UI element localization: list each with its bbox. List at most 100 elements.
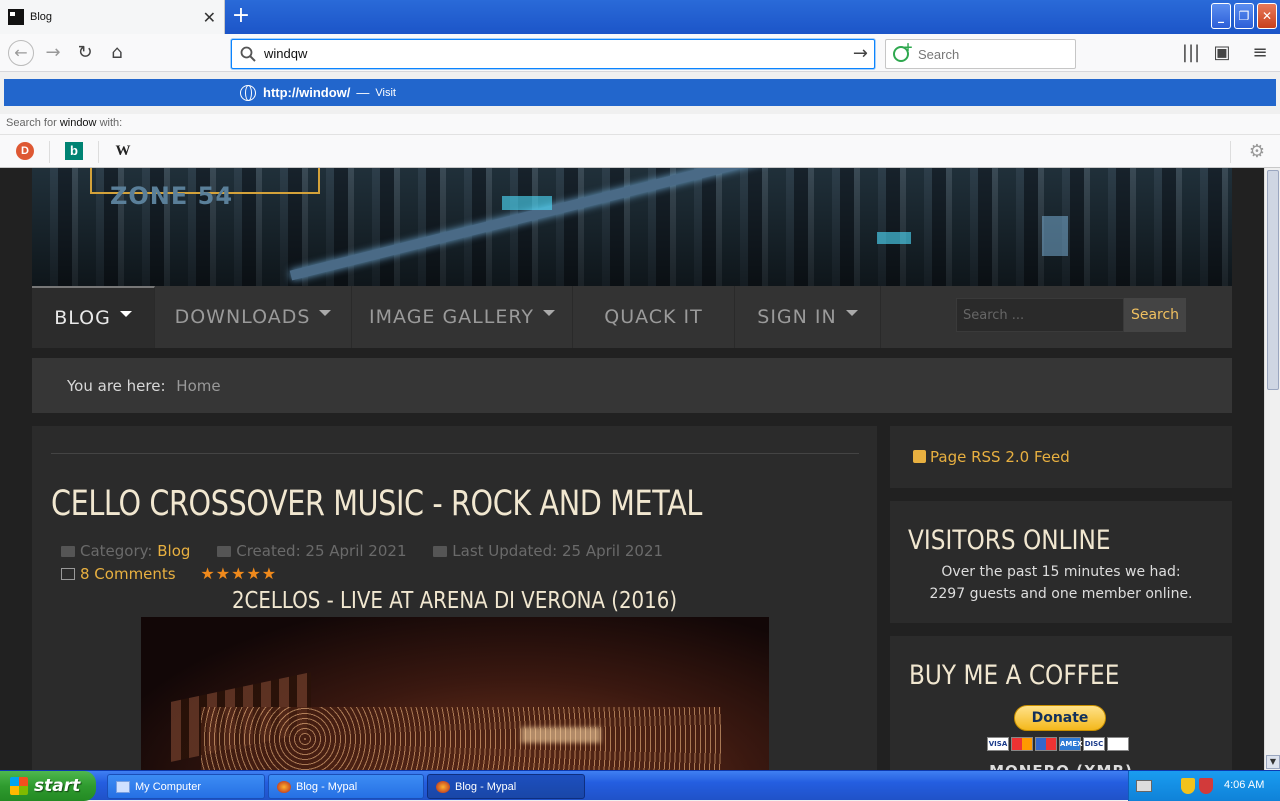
site-logo[interactable]: ZONE 54 xyxy=(110,182,233,210)
url-bar[interactable]: windqw → xyxy=(231,39,875,69)
clock[interactable]: 4:06 AM xyxy=(1224,779,1264,791)
created-date: Created: 25 April 2021 xyxy=(236,542,407,560)
nav-item-image-gallery[interactable]: IMAGE GALLERY xyxy=(352,286,573,348)
library-icon[interactable]: ||| xyxy=(1178,40,1204,66)
tab-close-icon[interactable]: ✕ xyxy=(203,8,216,27)
back-button[interactable]: ← xyxy=(8,40,34,66)
url-input-value[interactable]: windqw xyxy=(264,46,307,61)
wikipedia-icon[interactable]: W xyxy=(114,142,132,160)
suggestion-separator: — xyxy=(356,85,370,100)
security-shield-icon[interactable] xyxy=(1181,778,1195,794)
caret-down-icon xyxy=(119,311,132,317)
site-banner: ZONE 54 xyxy=(32,168,1232,286)
comment-icon xyxy=(61,568,75,580)
sidebar-icon[interactable]: ▣ xyxy=(1209,40,1235,66)
scrollbar-thumb[interactable] xyxy=(1267,170,1279,390)
main-navigation: BLOG DOWNLOADS IMAGE GALLERY QUACK IT SI… xyxy=(32,286,1232,348)
keyboard-icon[interactable] xyxy=(1136,780,1152,792)
nav-item-blog[interactable]: BLOG xyxy=(32,286,155,348)
taskbar-button-label: Blog - Mypal xyxy=(296,780,358,793)
forward-button[interactable]: → xyxy=(40,40,66,66)
divider xyxy=(51,453,859,454)
search-bar[interactable]: Search xyxy=(885,39,1076,69)
browser-icon xyxy=(277,780,291,793)
article-title[interactable]: CELLO CROSSOVER MUSIC - ROCK AND METAL xyxy=(51,484,702,524)
category-link[interactable]: Blog xyxy=(157,542,190,560)
start-button[interactable]: start xyxy=(0,771,96,801)
search-with-term: window xyxy=(59,117,97,129)
taskbar-button-label: My Computer xyxy=(135,780,202,793)
visitors-line-2: 2297 guests and one member online. xyxy=(929,586,1193,602)
search-with-prefix: Search for xyxy=(6,117,57,129)
caret-down-icon xyxy=(319,310,332,316)
one-off-search-engines: D b W ⚙ xyxy=(0,134,1280,168)
windows-flag-icon xyxy=(10,777,28,795)
comments-link[interactable]: 8 Comments xyxy=(80,565,176,583)
rss-link[interactable]: Page RSS 2.0 Feed xyxy=(930,448,1070,466)
visitors-online-module: VISITORS ONLINE Over the past 15 minutes… xyxy=(890,501,1232,623)
nav-item-downloads[interactable]: DOWNLOADS xyxy=(155,286,352,348)
antivirus-shield-icon[interactable] xyxy=(1199,778,1213,794)
monero-heading: MONERO (XMR) xyxy=(890,762,1232,770)
window-close-button[interactable]: ✕ xyxy=(1257,3,1277,29)
maestro-icon xyxy=(1035,737,1057,751)
nav-item-label: IMAGE GALLERY xyxy=(369,306,534,328)
updated-date: Last Updated: 25 April 2021 xyxy=(452,542,664,560)
add-search-engine-icon xyxy=(893,40,913,62)
nav-item-label: QUACK IT xyxy=(604,306,703,328)
suggestion-action: Visit xyxy=(375,86,396,99)
rating-stars[interactable]: ★★★★★ xyxy=(200,564,277,583)
video-player[interactable] xyxy=(141,617,769,770)
rss-icon xyxy=(913,450,926,463)
discover-card-icon: DISC xyxy=(1083,737,1105,751)
category-label: Category: xyxy=(80,542,153,560)
taskbar-button-my-computer[interactable]: My Computer xyxy=(107,774,265,799)
video-title: 2CELLOS - LIVE AT ARENA DI VERONA (2016) xyxy=(231,588,678,614)
tab-strip: Blog ✕ + _ ❐ ✕ xyxy=(0,0,1280,34)
nav-item-quack-it[interactable]: QUACK IT xyxy=(573,286,735,348)
suggestion-url: http://window/ xyxy=(263,85,351,100)
menu-icon[interactable]: ≡ xyxy=(1247,40,1273,66)
caret-down-icon xyxy=(542,310,555,316)
window-minimize-button[interactable]: _ xyxy=(1211,3,1231,29)
home-button[interactable]: ⌂ xyxy=(104,40,130,66)
article-engagement: 8 Comments ★★★★★ xyxy=(61,564,277,583)
card-icon xyxy=(1107,737,1129,751)
window-restore-button[interactable]: ❐ xyxy=(1234,3,1254,29)
taskbar-button-blog[interactable]: Blog - Mypal xyxy=(268,774,424,799)
calendar-icon xyxy=(217,546,232,557)
web-page: ZONE 54 BLOG DOWNLOADS IMAGE GALLERY QUA… xyxy=(0,168,1264,770)
site-search-input[interactable]: Search ... xyxy=(956,298,1124,332)
donate-button[interactable]: Donate xyxy=(1014,705,1106,731)
breadcrumb-label: You are here: xyxy=(67,377,166,395)
bing-icon[interactable]: b xyxy=(65,142,83,160)
page-scrollbar[interactable]: ▼ xyxy=(1264,168,1280,770)
nav-item-sign-in[interactable]: SIGN IN xyxy=(735,286,881,348)
banner-light xyxy=(877,232,911,244)
payment-cards: VISA AMEX DISC xyxy=(987,737,1129,751)
taskbar-button-blog-active[interactable]: Blog - Mypal xyxy=(427,774,585,799)
article-meta: Category: Blog Created: 25 April 2021 La… xyxy=(61,542,663,560)
go-arrow-icon[interactable]: → xyxy=(853,43,868,64)
start-label: start xyxy=(34,776,81,796)
navigation-toolbar: ← → ↻ ⌂ windqw → Search ||| ▣ ≡ xyxy=(0,34,1280,72)
duckduckgo-icon[interactable]: D xyxy=(16,142,34,160)
engine-divider xyxy=(49,141,50,163)
breadcrumb: You are here: Home xyxy=(32,358,1232,413)
new-tab-button[interactable]: + xyxy=(230,4,252,28)
scroll-down-arrow-icon[interactable]: ▼ xyxy=(1266,755,1280,769)
calendar-icon xyxy=(433,546,448,557)
computer-icon xyxy=(116,780,130,793)
banner-rail xyxy=(289,168,875,281)
breadcrumb-home-link[interactable]: Home xyxy=(176,377,220,395)
url-suggestion-row[interactable]: http://window/ — Visit xyxy=(4,79,1276,106)
tab-title: Blog xyxy=(30,11,53,23)
video-crowd xyxy=(201,707,721,770)
search-bar-placeholder: Search xyxy=(918,47,960,62)
reload-button[interactable]: ↻ xyxy=(72,40,98,66)
site-favicon-icon xyxy=(8,9,24,25)
tab-blog[interactable]: Blog ✕ xyxy=(0,0,225,34)
search-settings-gear-icon[interactable]: ⚙ xyxy=(1247,141,1267,162)
search-with-label: Search for window with: xyxy=(0,114,1280,134)
site-search-button[interactable]: Search xyxy=(1124,298,1186,332)
